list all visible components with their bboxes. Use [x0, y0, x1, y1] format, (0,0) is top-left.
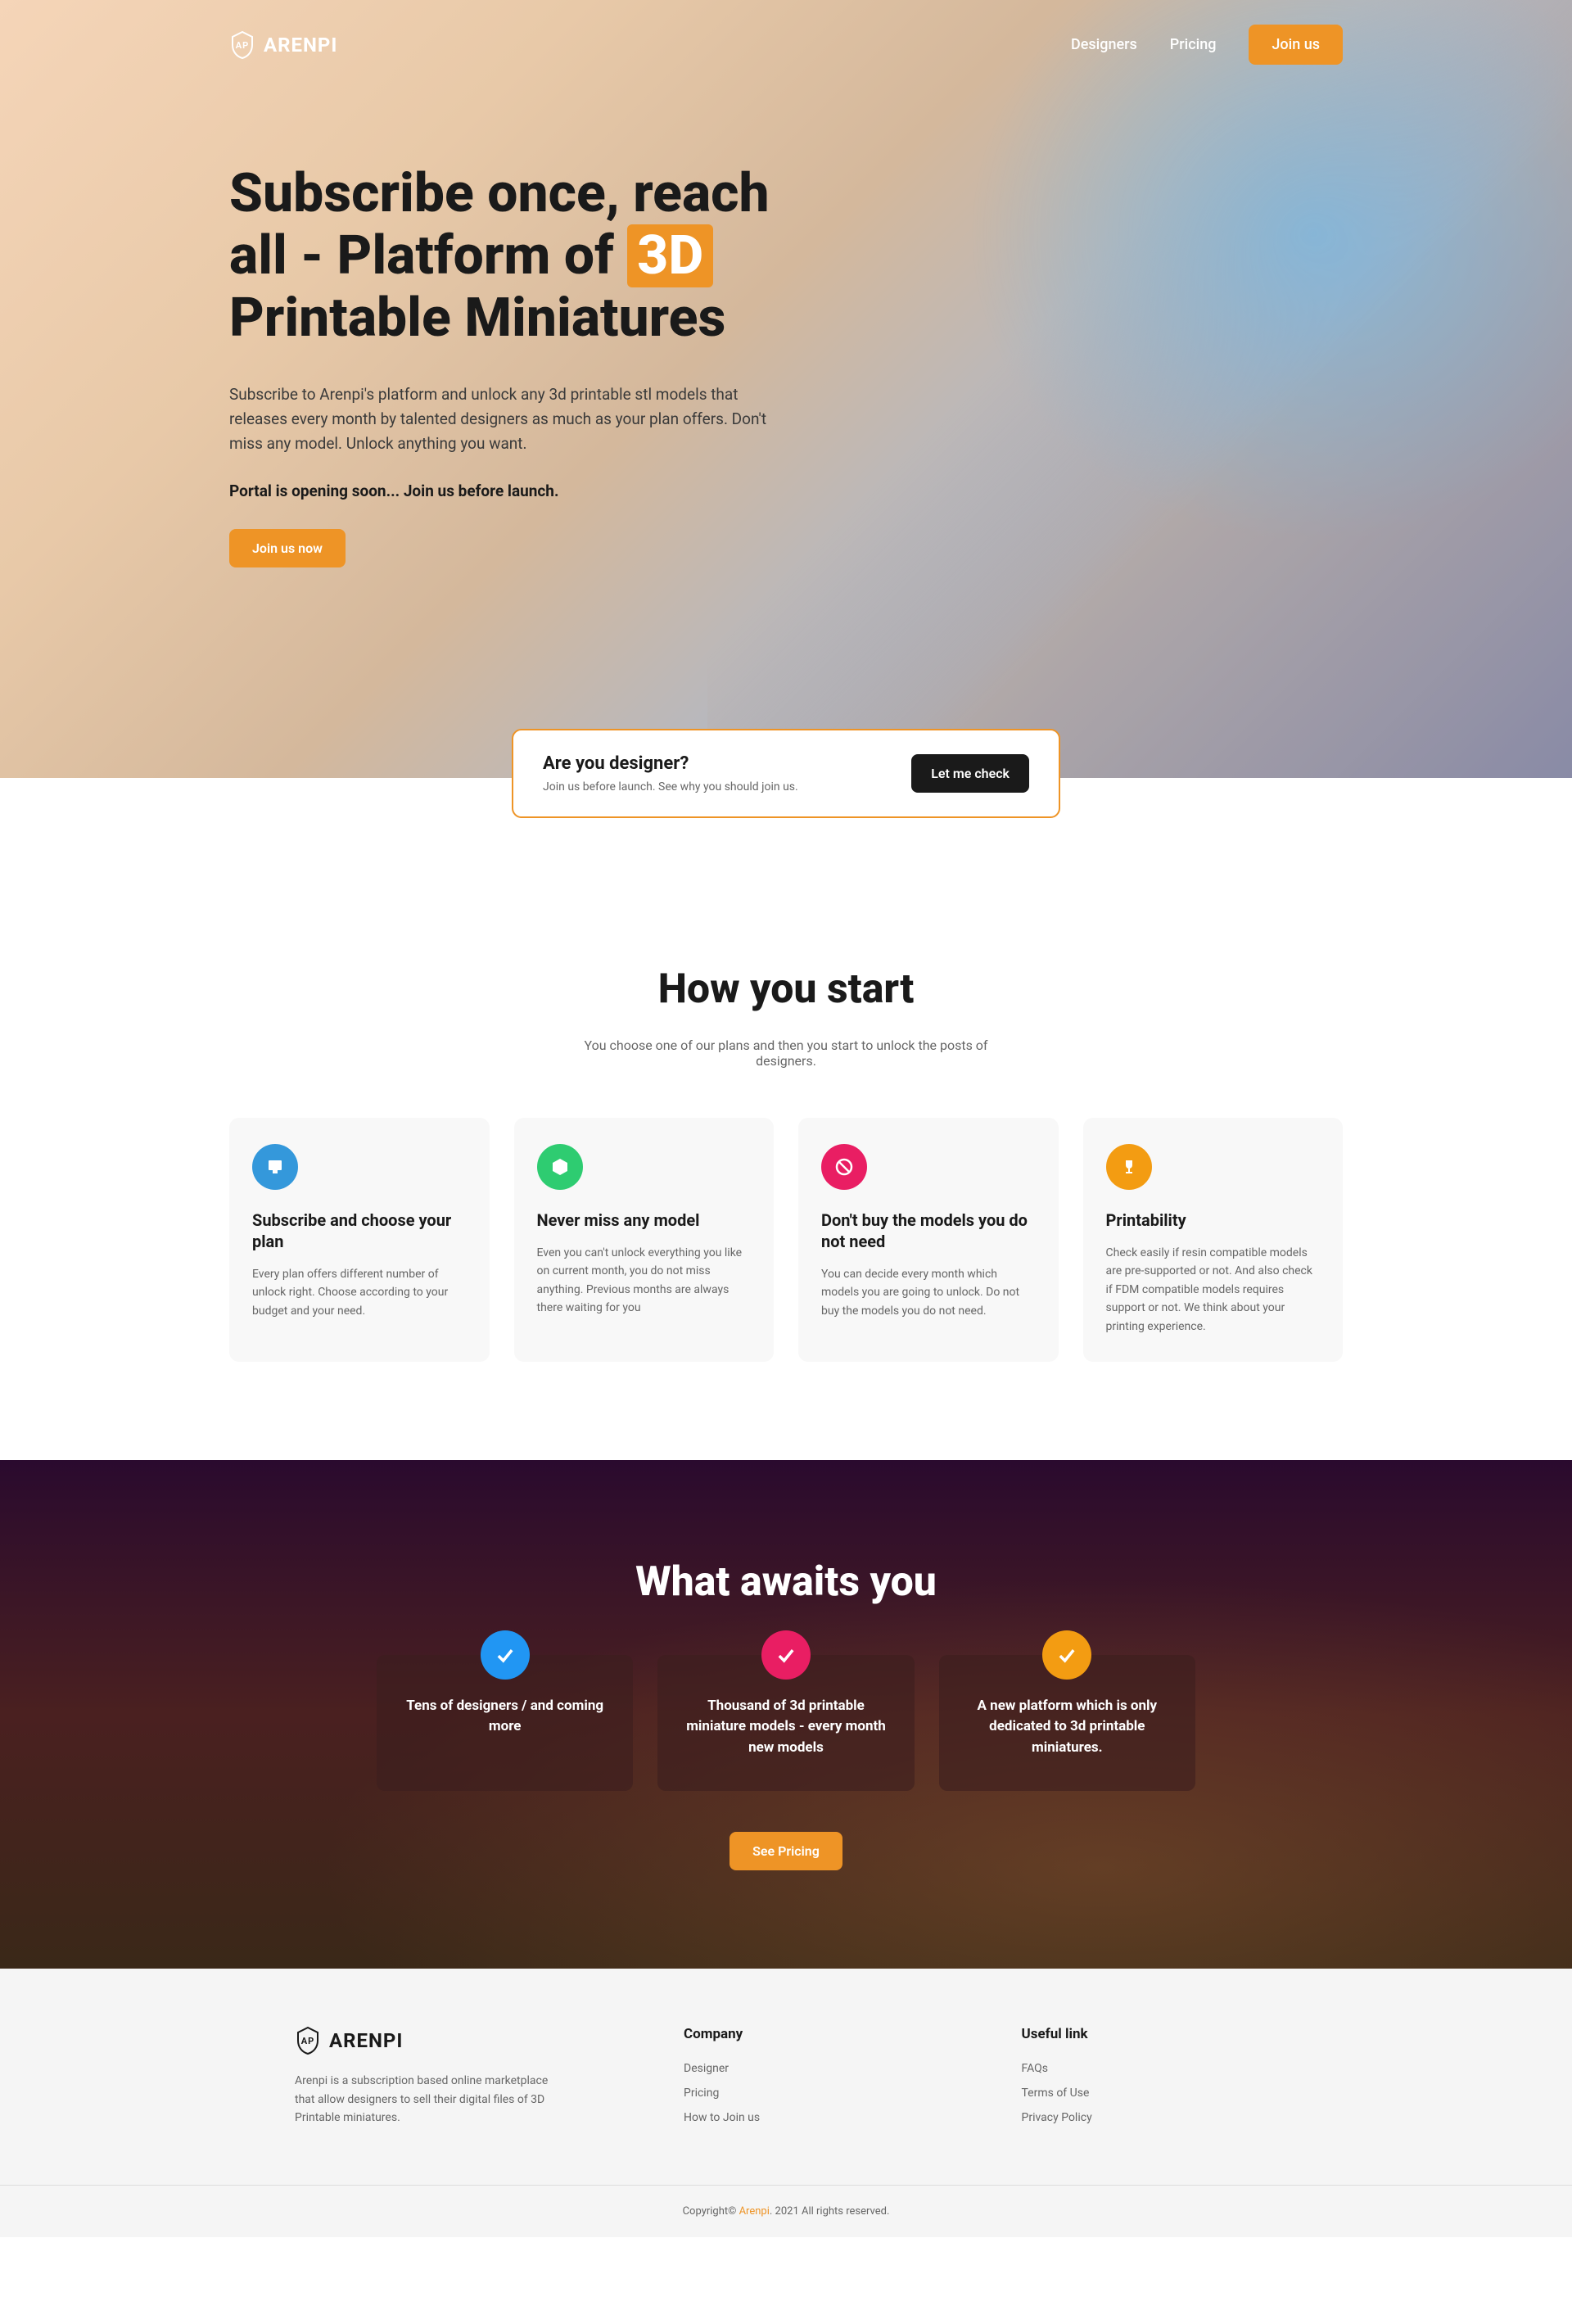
awaits-title: What awaits you [229, 1558, 1343, 1606]
join-button[interactable]: Join us [1249, 25, 1343, 65]
designer-card-title: Are you designer? [543, 753, 798, 774]
feature-desc: Check easily if resin compatible models … [1106, 1244, 1321, 1336]
nav-pricing[interactable]: Pricing [1170, 36, 1217, 53]
footer-link[interactable]: How to Join us [684, 2111, 940, 2124]
logo[interactable]: AP ARENPI [229, 30, 337, 60]
footer-company-col: Company Designer Pricing How to Join us [684, 2026, 940, 2136]
footer-link[interactable]: Terms of Use [1022, 2087, 1278, 2100]
footer-heading: Company [684, 2026, 940, 2042]
feature-title: Printability [1106, 1209, 1321, 1231]
designer-card: Are you designer? Join us before launch.… [512, 729, 1060, 818]
footer-brand-link[interactable]: Arenpi [739, 2205, 770, 2218]
await-card: Tens of designers / and coming more [377, 1655, 633, 1792]
hero-tagline: Portal is opening soon... Join us before… [229, 482, 819, 500]
feature-card: Never miss any model Even you can't unlo… [514, 1118, 775, 1362]
see-pricing-button[interactable]: See Pricing [730, 1832, 842, 1870]
block-icon [821, 1144, 867, 1190]
nav-links: Designers Pricing Join us [1071, 25, 1343, 65]
feature-desc: You can decide every month which models … [821, 1265, 1036, 1320]
footer-link[interactable]: Privacy Policy [1022, 2111, 1278, 2124]
hero-content: Subscribe once, reach all - Platform of … [229, 89, 819, 641]
check-icon [481, 1630, 530, 1680]
footer-desc: Arenpi is a subscription based online ma… [295, 2072, 557, 2127]
svg-text:AP: AP [236, 40, 249, 51]
footer-bottom: Copyright© Arenpi. 2021 All rights reser… [0, 2185, 1572, 2237]
nav-designers[interactable]: Designers [1071, 36, 1137, 53]
check-button[interactable]: Let me check [911, 754, 1029, 793]
check-icon [761, 1630, 811, 1680]
brand-name: ARENPI [264, 34, 337, 57]
cube-icon [537, 1144, 583, 1190]
footer-logo[interactable]: AP ARENPI [295, 2026, 602, 2055]
feature-card: Don't buy the models you do not need You… [798, 1118, 1059, 1362]
feature-card: Printability Check easily if resin compa… [1083, 1118, 1344, 1362]
svg-text:AP: AP [301, 2036, 314, 2046]
footer-link[interactable]: Designer [684, 2062, 940, 2075]
how-start-sub: You choose one of our plans and then you… [581, 1038, 991, 1069]
awaits-section: What awaits you Tens of designers / and … [0, 1460, 1572, 1969]
await-card: A new platform which is only dedicated t… [939, 1655, 1195, 1792]
check-icon [1042, 1630, 1091, 1680]
feature-desc: Every plan offers different number of un… [252, 1265, 467, 1320]
main-nav: AP ARENPI Designers Pricing Join us [229, 0, 1343, 89]
await-text: A new platform which is only dedicated t… [964, 1696, 1171, 1759]
designer-card-desc: Join us before launch. See why you shoul… [543, 780, 798, 794]
subscribe-icon [252, 1144, 298, 1190]
feature-title: Don't buy the models you do not need [821, 1209, 1036, 1252]
shield-icon: AP [295, 2026, 321, 2055]
feature-desc: Even you can't unlock everything you lik… [537, 1244, 752, 1318]
features-grid: Subscribe and choose your plan Every pla… [229, 1118, 1343, 1362]
feature-card: Subscribe and choose your plan Every pla… [229, 1118, 490, 1362]
footer-brand: AP ARENPI Arenpi is a subscription based… [295, 2026, 602, 2136]
feature-title: Subscribe and choose your plan [252, 1209, 467, 1252]
await-text: Thousand of 3d printable miniature model… [682, 1696, 889, 1759]
footer-heading: Useful link [1022, 2026, 1278, 2042]
hero-description: Subscribe to Arenpi's platform and unloc… [229, 382, 786, 457]
footer-link[interactable]: FAQs [1022, 2062, 1278, 2075]
footer-useful-col: Useful link FAQs Terms of Use Privacy Po… [1022, 2026, 1278, 2136]
join-now-button[interactable]: Join us now [229, 529, 346, 567]
how-start-section: How you start You choose one of our plan… [0, 867, 1572, 1460]
footer-link[interactable]: Pricing [684, 2087, 940, 2100]
feature-title: Never miss any model [537, 1209, 752, 1231]
highlight-3d: 3D [627, 224, 713, 287]
await-card: Thousand of 3d printable miniature model… [657, 1655, 914, 1792]
footer: AP ARENPI Arenpi is a subscription based… [0, 1969, 1572, 2237]
shield-icon: AP [229, 30, 255, 60]
brand-name: ARENPI [329, 2029, 403, 2052]
hero-section: AP ARENPI Designers Pricing Join us Subs… [0, 0, 1572, 778]
trophy-icon [1106, 1144, 1152, 1190]
how-start-title: How you start [229, 965, 1343, 1013]
await-text: Tens of designers / and coming more [401, 1696, 608, 1738]
hero-title: Subscribe once, reach all - Platform of … [229, 163, 819, 350]
awaits-cards: Tens of designers / and coming more Thou… [377, 1655, 1195, 1792]
